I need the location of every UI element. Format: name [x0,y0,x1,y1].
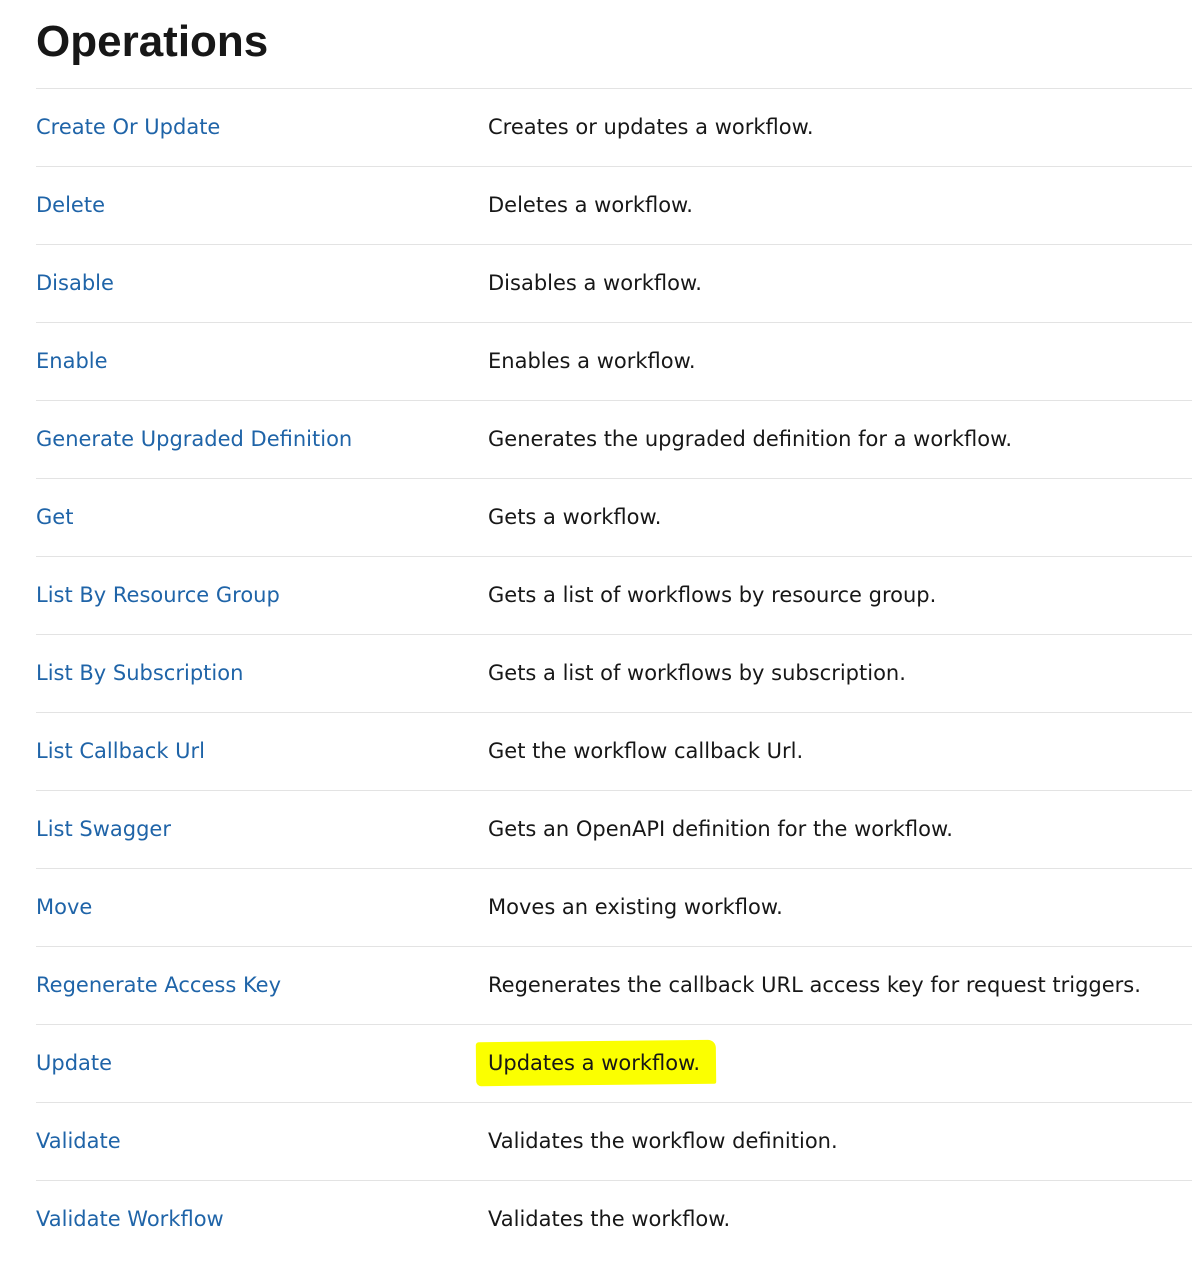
table-row: Disable Disables a workflow. [36,244,1192,322]
operation-link-get[interactable]: Get [36,479,73,556]
operation-description: Disables a workflow. [488,271,702,295]
operation-description: Deletes a workflow. [488,193,693,217]
operation-link-enable[interactable]: Enable [36,323,108,400]
operation-description: Gets an OpenAPI definition for the workf… [488,817,953,841]
operation-link-regenerate-access-key[interactable]: Regenerate Access Key [36,947,281,1024]
operation-link-validate[interactable]: Validate [36,1103,121,1180]
operation-link-disable[interactable]: Disable [36,245,114,322]
operation-description: Regenerates the callback URL access key … [488,973,1141,997]
operation-link-validate-workflow[interactable]: Validate Workflow [36,1181,224,1258]
table-row: List Callback Url Get the workflow callb… [36,712,1192,790]
operation-link-create-or-update[interactable]: Create Or Update [36,89,220,166]
operation-description: Get the workflow callback Url. [488,739,804,763]
highlighted-operation-description: Updates a workflow. [475,1039,717,1087]
operation-description: Generates the upgraded definition for a … [488,427,1012,451]
operation-description: Moves an existing workflow. [488,895,783,919]
operation-link-update[interactable]: Update [36,1025,112,1102]
operation-link-list-by-resource-group[interactable]: List By Resource Group [36,557,280,634]
table-row: Get Gets a workflow. [36,478,1192,556]
operation-description: Validates the workflow definition. [488,1129,838,1153]
table-row: Generate Upgraded Definition Generates t… [36,400,1192,478]
operation-description: Gets a list of workflows by subscription… [488,661,906,685]
table-row: Regenerate Access Key Regenerates the ca… [36,946,1192,1024]
table-row: List Swagger Gets an OpenAPI definition … [36,790,1192,868]
table-row: Validate Validates the workflow definiti… [36,1102,1192,1180]
table-row: Enable Enables a workflow. [36,322,1192,400]
table-row: List By Subscription Gets a list of work… [36,634,1192,712]
page-title: Operations [36,17,269,66]
operation-link-list-swagger[interactable]: List Swagger [36,791,171,868]
table-row: List By Resource Group Gets a list of wo… [36,556,1192,634]
operations-table: Create Or Update Creates or updates a wo… [36,88,1192,1258]
operation-link-list-by-subscription[interactable]: List By Subscription [36,635,243,712]
table-row: Delete Deletes a workflow. [36,166,1192,244]
operation-description-text: Updates a workflow. [488,1051,701,1076]
operation-link-list-callback-url[interactable]: List Callback Url [36,713,205,790]
table-row: Create Or Update Creates or updates a wo… [36,88,1192,166]
operation-description: Creates or updates a workflow. [488,115,814,139]
operation-description: Enables a workflow. [488,349,696,373]
table-row: Move Moves an existing workflow. [36,868,1192,946]
operation-description: Gets a workflow. [488,505,662,529]
operation-description: Gets a list of workflows by resource gro… [488,583,937,607]
operation-link-generate-upgraded-definition[interactable]: Generate Upgraded Definition [36,401,352,478]
operation-link-move[interactable]: Move [36,869,92,946]
operation-link-delete[interactable]: Delete [36,167,105,244]
table-row: Validate Workflow Validates the workflow… [36,1180,1192,1258]
operation-description: Validates the workflow. [488,1207,731,1231]
table-row: Update Updates a workflow. [36,1024,1192,1102]
